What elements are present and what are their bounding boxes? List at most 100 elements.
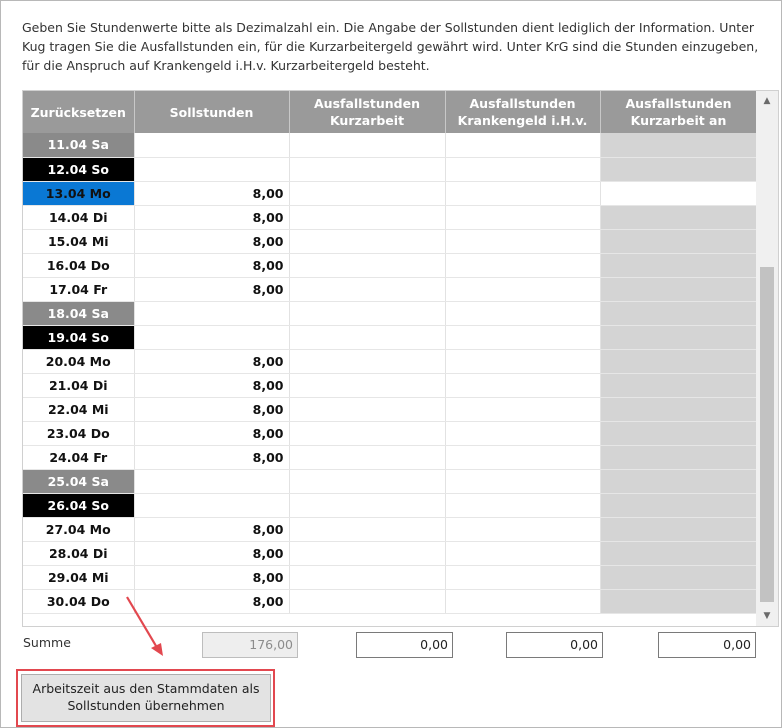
date-cell[interactable]: 16.04 Do bbox=[23, 253, 135, 278]
kurzarbeit-cell[interactable] bbox=[289, 253, 446, 278]
summe-kurzarbeit-an-field[interactable]: 0,00 bbox=[658, 632, 756, 658]
date-cell[interactable]: 17.04 Fr bbox=[23, 277, 135, 302]
date-cell[interactable]: 14.04 Di bbox=[23, 205, 135, 230]
krankengeld-cell[interactable] bbox=[445, 541, 601, 566]
date-cell[interactable]: 29.04 Mi bbox=[23, 565, 135, 590]
kurzarbeit-cell[interactable] bbox=[289, 421, 446, 446]
kurzarbeit-cell[interactable] bbox=[289, 133, 446, 158]
kurzarbeit-cell[interactable] bbox=[289, 277, 446, 302]
kurzarbeit-an-cell bbox=[600, 493, 758, 518]
krankengeld-cell[interactable] bbox=[445, 397, 601, 422]
sollstunden-cell: 8,00 bbox=[134, 277, 290, 302]
kurzarbeit-an-cell bbox=[600, 469, 758, 494]
krankengeld-cell[interactable] bbox=[445, 157, 601, 182]
date-cell[interactable]: 12.04 So bbox=[23, 157, 135, 182]
krankengeld-cell[interactable] bbox=[445, 469, 601, 494]
table-row: 17.04 Fr 8,00 bbox=[23, 277, 758, 302]
krankengeld-cell[interactable] bbox=[445, 325, 601, 350]
kurzarbeit-cell[interactable] bbox=[289, 517, 446, 542]
kurzarbeit-an-cell bbox=[600, 301, 758, 326]
sollstunden-cell bbox=[134, 157, 290, 182]
date-cell[interactable]: 19.04 So bbox=[23, 325, 135, 350]
kurzarbeit-cell[interactable] bbox=[289, 469, 446, 494]
krankengeld-cell[interactable] bbox=[445, 373, 601, 398]
date-cell[interactable]: 22.04 Mi bbox=[23, 397, 135, 422]
kurzarbeit-cell[interactable] bbox=[289, 301, 446, 326]
date-cell[interactable]: 27.04 Mo bbox=[23, 517, 135, 542]
sollstunden-cell: 8,00 bbox=[134, 565, 290, 590]
kurzarbeit-an-cell bbox=[600, 277, 758, 302]
date-cell[interactable]: 23.04 Do bbox=[23, 421, 135, 446]
krankengeld-cell[interactable] bbox=[445, 517, 601, 542]
hours-grid[interactable]: Zurücksetzen Sollstunden Ausfallstunden … bbox=[22, 90, 779, 627]
sollstunden-cell: 8,00 bbox=[134, 397, 290, 422]
kurzarbeit-cell[interactable] bbox=[289, 373, 446, 398]
date-cell[interactable]: 20.04 Mo bbox=[23, 349, 135, 374]
sollstunden-cell bbox=[134, 133, 290, 158]
date-cell[interactable]: 26.04 So bbox=[23, 493, 135, 518]
summe-label: Summe bbox=[23, 635, 71, 650]
date-cell[interactable]: 28.04 Di bbox=[23, 541, 135, 566]
summe-kurzarbeit-field[interactable]: 0,00 bbox=[356, 632, 453, 658]
sollstunden-cell bbox=[134, 325, 290, 350]
sollstunden-cell: 8,00 bbox=[134, 541, 290, 566]
kurzarbeit-an-cell bbox=[600, 517, 758, 542]
kurzarbeit-an-cell bbox=[600, 157, 758, 182]
kurzarbeit-an-cell bbox=[600, 349, 758, 374]
header-zuruecksetzen[interactable]: Zurücksetzen bbox=[23, 91, 135, 133]
kurzarbeit-cell[interactable] bbox=[289, 397, 446, 422]
krankengeld-cell[interactable] bbox=[445, 301, 601, 326]
date-cell[interactable]: 25.04 Sa bbox=[23, 469, 135, 494]
date-cell[interactable]: 15.04 Mi bbox=[23, 229, 135, 254]
kurzarbeit-an-cell bbox=[600, 421, 758, 446]
date-cell[interactable]: 18.04 Sa bbox=[23, 301, 135, 326]
kurzarbeit-cell[interactable] bbox=[289, 565, 446, 590]
krankengeld-cell[interactable] bbox=[445, 349, 601, 374]
summe-krankengeld-field[interactable]: 0,00 bbox=[506, 632, 603, 658]
sollstunden-cell bbox=[134, 301, 290, 326]
date-cell[interactable]: 30.04 Do bbox=[23, 589, 135, 614]
kurzarbeit-cell[interactable] bbox=[289, 589, 446, 614]
red-arrow-annotation bbox=[126, 596, 163, 656]
kurzarbeit-cell[interactable] bbox=[289, 325, 446, 350]
kurzarbeit-cell[interactable] bbox=[289, 445, 446, 470]
krankengeld-cell[interactable] bbox=[445, 205, 601, 230]
date-cell[interactable]: 21.04 Di bbox=[23, 373, 135, 398]
krankengeld-cell[interactable] bbox=[445, 589, 601, 614]
krankengeld-cell[interactable] bbox=[445, 493, 601, 518]
kurzarbeit-cell[interactable] bbox=[289, 205, 446, 230]
table-row: 18.04 Sa bbox=[23, 301, 758, 326]
krankengeld-cell[interactable] bbox=[445, 445, 601, 470]
kurzarbeit-cell[interactable] bbox=[289, 157, 446, 182]
kurzarbeit-cell[interactable] bbox=[289, 349, 446, 374]
summe-sollstunden-field: 176,00 bbox=[202, 632, 298, 658]
scroll-up-icon[interactable]: ▲ bbox=[756, 91, 778, 111]
krankengeld-cell[interactable] bbox=[445, 253, 601, 278]
krankengeld-cell[interactable] bbox=[445, 565, 601, 590]
krankengeld-cell[interactable] bbox=[445, 277, 601, 302]
kurzarbeit-an-cell[interactable] bbox=[600, 181, 758, 206]
vertical-scrollbar[interactable]: ▲ ▼ bbox=[756, 91, 778, 626]
krankengeld-cell[interactable] bbox=[445, 229, 601, 254]
krankengeld-cell[interactable] bbox=[445, 421, 601, 446]
table-row: 27.04 Mo 8,00 bbox=[23, 517, 758, 542]
table-row: 19.04 So bbox=[23, 325, 758, 350]
table-row: 25.04 Sa bbox=[23, 469, 758, 494]
table-row: 11.04 Sa bbox=[23, 133, 758, 158]
sollstunden-cell: 8,00 bbox=[134, 445, 290, 470]
scroll-down-icon[interactable]: ▼ bbox=[756, 606, 778, 626]
apply-master-hours-button[interactable]: Arbeitszeit aus den Stammdaten als Solls… bbox=[21, 674, 271, 722]
kurzarbeit-cell[interactable] bbox=[289, 229, 446, 254]
scrollbar-thumb[interactable] bbox=[760, 267, 774, 602]
table-row: 22.04 Mi 8,00 bbox=[23, 397, 758, 422]
date-cell[interactable]: 11.04 Sa bbox=[23, 133, 135, 158]
kurzarbeit-cell[interactable] bbox=[289, 493, 446, 518]
kurzarbeit-cell[interactable] bbox=[289, 181, 446, 206]
krankengeld-cell[interactable] bbox=[445, 133, 601, 158]
krankengeld-cell[interactable] bbox=[445, 181, 601, 206]
kurzarbeit-an-cell bbox=[600, 373, 758, 398]
table-row: 29.04 Mi 8,00 bbox=[23, 565, 758, 590]
date-cell[interactable]: 24.04 Fr bbox=[23, 445, 135, 470]
kurzarbeit-cell[interactable] bbox=[289, 541, 446, 566]
date-cell[interactable]: 13.04 Mo bbox=[23, 181, 135, 206]
